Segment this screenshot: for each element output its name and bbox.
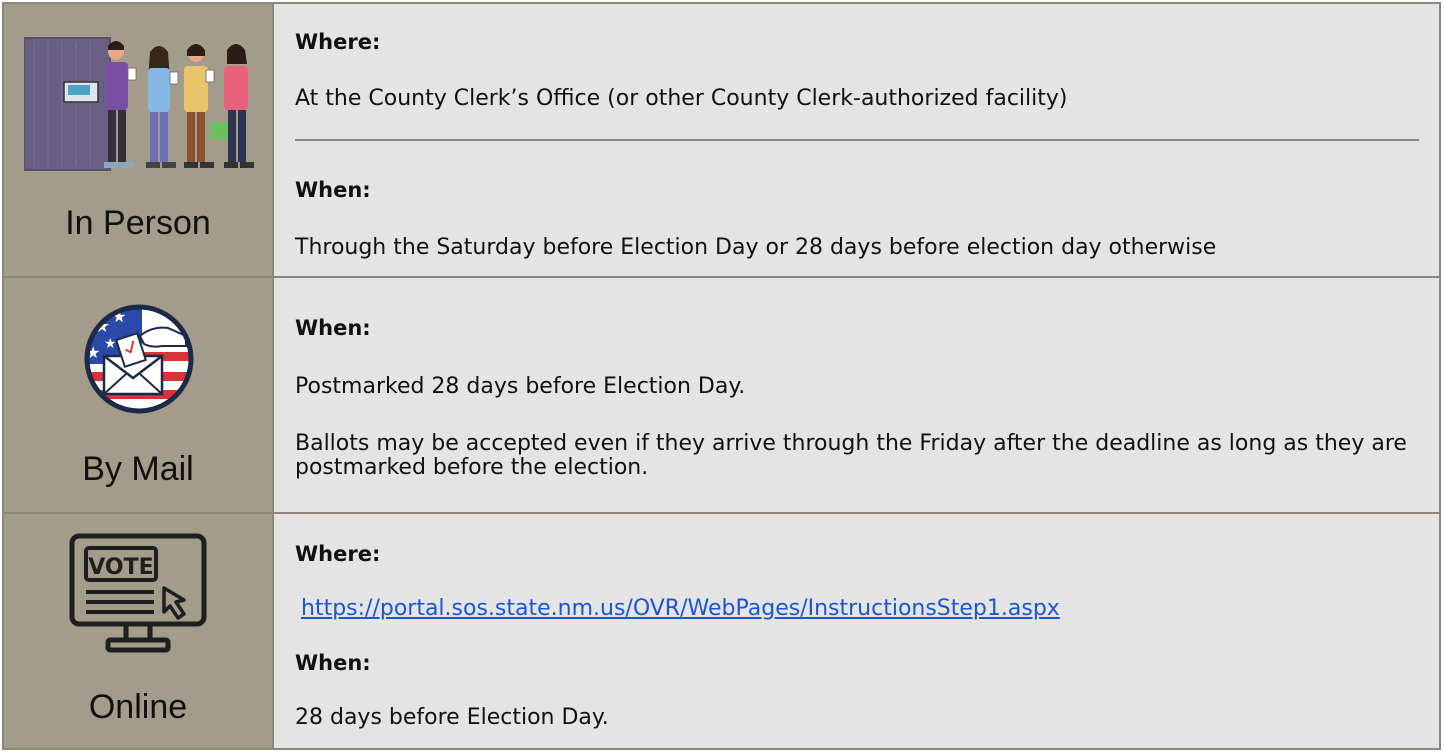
- row-in-person: In Person Where: At the County Clerk’s O…: [4, 4, 1439, 278]
- category-cell-in-person: In Person: [4, 4, 274, 276]
- voters-in-line-illustration: [24, 37, 254, 171]
- note-text: Ballots may be accepted even if they arr…: [295, 431, 1407, 480]
- when-text: Through the Saturday before Election Day…: [295, 235, 1217, 260]
- vote-computer-icon: VOTE: [69, 533, 207, 653]
- category-cell-by-mail: ★ ★ ★ ★ By Mail: [4, 278, 274, 512]
- where-heading: Where:: [295, 542, 381, 566]
- category-cell-online: VOTE Online: [4, 514, 274, 748]
- svg-text:★: ★: [104, 336, 117, 352]
- details-cell-online: Where: https://portal.sos.state.nm.us/OV…: [274, 514, 1439, 748]
- when-heading: When:: [295, 316, 371, 340]
- vote-text: VOTE: [88, 555, 153, 580]
- divider: [295, 139, 1419, 141]
- registration-portal-link[interactable]: https://portal.sos.state.nm.us/OVR/WebPa…: [301, 596, 1060, 621]
- when-text: Postmarked 28 days before Election Day.: [295, 374, 746, 399]
- when-text: 28 days before Election Day.: [295, 705, 609, 730]
- when-heading: When:: [295, 178, 371, 202]
- where-heading: Where:: [295, 30, 381, 54]
- category-label: By Mail: [82, 450, 194, 488]
- registration-methods-table: In Person Where: At the County Clerk’s O…: [2, 2, 1441, 750]
- when-heading: When:: [295, 651, 371, 675]
- category-label: Online: [88, 688, 188, 726]
- category-label: In Person: [65, 204, 211, 242]
- row-by-mail: ★ ★ ★ ★ By Mail When: Postmarked 28 days…: [4, 278, 1439, 514]
- details-cell-by-mail: When: Postmarked 28 days before Election…: [274, 278, 1439, 512]
- where-text: At the County Clerk’s Office (or other C…: [295, 86, 1068, 111]
- row-online: VOTE Online Where: https://portal.sos.st…: [4, 514, 1439, 748]
- mail-ballot-flag-icon: ★ ★ ★ ★: [84, 304, 194, 414]
- details-cell-in-person: Where: At the County Clerk’s Office (or …: [274, 4, 1439, 276]
